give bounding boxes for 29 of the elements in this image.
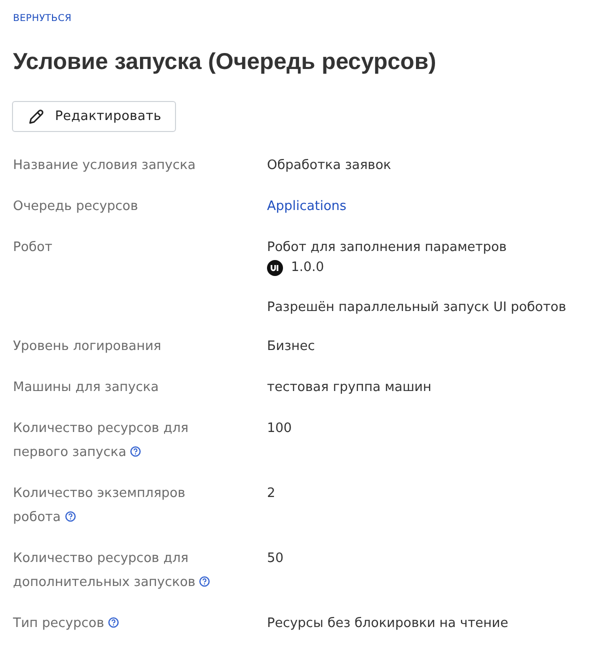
- edit-button[interactable]: Редактировать: [12, 101, 176, 132]
- field-value: Ресурсы без блокировки на чтение: [267, 616, 508, 631]
- field-label: Название условия запуска: [13, 157, 197, 175]
- queue-link[interactable]: Applications: [267, 199, 346, 214]
- field-label: Машины для запуска: [13, 379, 160, 397]
- page-title: Условие запуска (Очередь ресурсов): [13, 48, 438, 75]
- field-label: Количество ресурсов для дополнительных запусков: [13, 547, 228, 595]
- field-value: 2: [267, 486, 276, 501]
- help-icon[interactable]: [130, 446, 142, 457]
- field-label: Количество ресурсов для первого запуска: [13, 420, 190, 462]
- back-link[interactable]: ВЕРНУТЬСЯ: [13, 13, 72, 24]
- help-icon[interactable]: [108, 617, 120, 628]
- field-label: Очередь ресурсов: [13, 198, 140, 216]
- field-label: Тип ресурсов: [13, 612, 228, 636]
- field-value: 50: [267, 551, 284, 566]
- field-value: Бизнес: [267, 339, 315, 354]
- field-value: тестовая группа машин: [267, 380, 432, 395]
- robot-name: Робот для заполнения параметров: [267, 240, 507, 255]
- ui-badge-icon: [267, 260, 283, 276]
- robot-version: 1.0.0: [291, 259, 324, 277]
- help-icon[interactable]: [64, 511, 76, 522]
- pencil-icon: [27, 108, 45, 126]
- field-value: Обработка заявок: [267, 158, 392, 173]
- parallel-run-note: Разрешён параллельный запуск UI роботов: [267, 300, 566, 315]
- help-icon[interactable]: [199, 576, 210, 587]
- field-label: Количество экземпляров робота: [13, 485, 186, 527]
- field-label: Уровень логирования: [13, 338, 162, 356]
- field-value: 100: [267, 421, 292, 436]
- field-label: Робот: [13, 239, 54, 257]
